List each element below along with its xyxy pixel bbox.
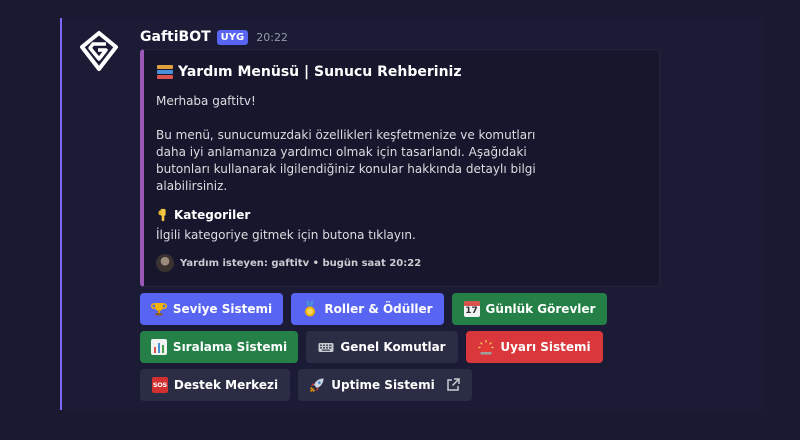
footer-avatar [156,254,174,272]
embed-footer: Yardım isteyen: gaftitv • bugün saat 20:… [156,254,421,272]
bar-chart-emoji [150,339,167,355]
bot-avatar[interactable] [78,30,120,72]
field-name: Kategoriler [156,207,250,223]
uptime-sistemi-button[interactable]: Uptime Sistemi [298,369,472,401]
rocket-emoji [310,378,324,392]
external-link-icon [446,378,460,391]
books-emoji [156,64,174,80]
roller-oduller-button[interactable]: Roller & Ödüller [291,293,444,325]
point-down-emoji [158,208,166,222]
embed-title-text: Yardım Menüsü | Sunucu Rehberiniz [178,64,462,80]
seviye-sistemi-label: Seviye Sistemi [172,302,273,316]
uyari-sistemi-label: Uyarı Sistemi [500,340,591,354]
embed-title: Yardım Menüsü | Sunucu Rehberiniz [156,64,462,80]
calendar-emoji: 17 [463,301,480,317]
sos-emoji-text: SOS [152,381,167,389]
help-embed: Yardım Menüsü | Sunucu Rehberiniz Merhab… [140,49,660,287]
keyboard-emoji [318,343,334,352]
field-name-text: Kategoriler [174,208,251,222]
siren-emoji [478,340,494,355]
calendar-day-number: 17 [465,306,478,316]
footer-text: Yardım isteyen: gaftitv • bugün saat 20:… [180,257,422,269]
trophy-emoji [150,303,167,316]
author-name[interactable]: GaftiBOT [140,29,211,45]
roller-oduller-label: Roller & Ödüller [324,302,433,316]
gunluk-gorevler-button[interactable]: 17 Günlük Görevler [452,293,607,325]
seviye-sistemi-button[interactable]: Seviye Sistemi [140,293,283,325]
message-timestamp: 20:22 [256,30,288,44]
gunluk-gorevler-label: Günlük Görevler [485,302,596,316]
genel-komutlar-label: Genel Komutlar [340,340,446,354]
genel-komutlar-button[interactable]: Genel Komutlar [306,331,458,363]
uyari-sistemi-button[interactable]: Uyarı Sistemi [466,331,603,363]
field-value: İlgili kategoriye gitmek için butona tık… [156,228,416,242]
destek-merkezi-label: Destek Merkezi [173,378,279,392]
siralama-sistemi-button[interactable]: Sıralama Sistemi [140,331,298,363]
app-tag-badge: UYG [216,29,249,45]
sos-emoji: SOS [151,377,168,393]
embed-description: Merhaba gaftitv! Bu menü, sunucumuzdaki … [156,94,536,193]
medal-emoji [305,301,316,317]
destek-merkezi-button[interactable]: SOS Destek Merkezi [140,369,290,401]
message-header: GaftiBOT UYG 20:22 [140,28,288,46]
uptime-sistemi-label: Uptime Sistemi [331,378,435,392]
siralama-sistemi-label: Sıralama Sistemi [172,340,288,354]
